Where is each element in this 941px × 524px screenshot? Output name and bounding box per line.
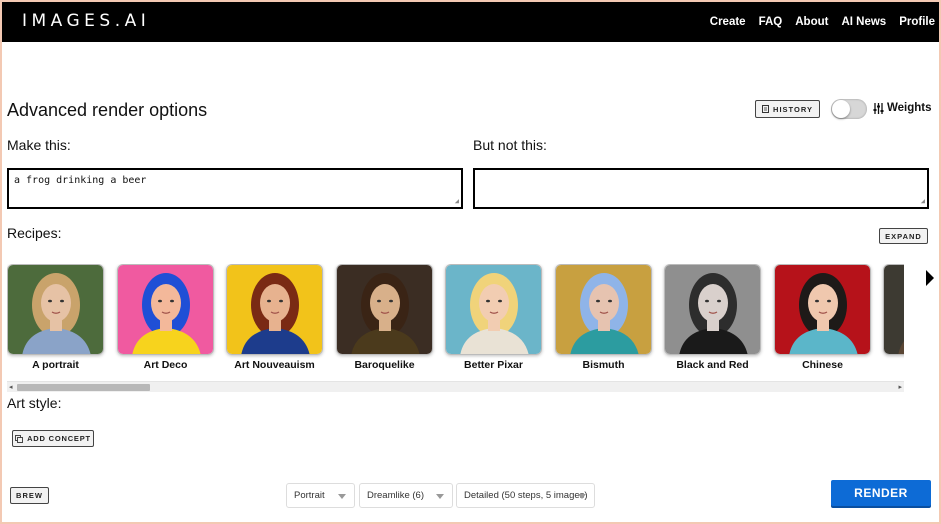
recipe-card[interactable]: Chinese [774, 264, 871, 374]
copy-icon [15, 434, 24, 443]
detail-select[interactable]: Detailed (50 steps, 5 images) [456, 483, 595, 508]
page-title: Advanced render options [7, 100, 208, 120]
recipe-card[interactable]: Better Pixar [445, 264, 542, 374]
sliders-icon [873, 102, 884, 114]
weights-label: Weights [887, 102, 932, 114]
model-select[interactable]: Dreamlike (6) [359, 483, 453, 508]
negative-prompt-input[interactable]: ◢ [473, 168, 929, 209]
top-navigation-bar: IMAGES.AI Create FAQ About AI News Profi… [2, 2, 939, 42]
recipe-card[interactable]: Black and Red [664, 264, 761, 374]
recipe-thumbnail[interactable] [555, 264, 652, 355]
add-concept-label: ADD CONCEPT [27, 434, 91, 443]
recipe-thumbnail[interactable] [7, 264, 104, 355]
detail-value: Detailed (50 steps, 5 images) [464, 490, 588, 501]
scroll-right-icon[interactable]: ▸ [898, 383, 902, 391]
nav-profile[interactable]: Profile [899, 16, 935, 28]
history-icon [762, 105, 770, 113]
recipe-label: A portrait [32, 359, 79, 371]
recipe-thumbnail[interactable] [226, 264, 323, 355]
brew-button[interactable]: BREW [10, 487, 49, 504]
history-label: HISTORY [773, 104, 813, 114]
recipe-card[interactable]: Art Nouveauism [226, 264, 323, 374]
recipe-label: Black and Red [676, 359, 749, 371]
scroll-left-icon[interactable]: ◂ [9, 383, 13, 391]
weights-control[interactable]: Weights [873, 102, 932, 114]
nav-faq[interactable]: FAQ [759, 16, 783, 28]
recipe-card[interactable]: Bismuth [555, 264, 652, 374]
expand-button[interactable]: EXPAND [879, 228, 928, 244]
weights-toggle[interactable] [831, 99, 867, 119]
recipe-label: Chinese [802, 359, 843, 371]
aspect-select[interactable]: Portrait [286, 483, 355, 508]
make-this-label: Make this: [7, 137, 71, 153]
toggle-knob [832, 100, 850, 118]
recipe-label: Art Nouveauism [234, 359, 315, 371]
recipe-card[interactable]: Art Deco [117, 264, 214, 374]
but-not-this-label: But not this: [473, 137, 547, 153]
recipes-carousel: A portrait Art Deco Art Nouveauism Baroquel… [7, 264, 904, 374]
add-concept-button[interactable]: ADD CONCEPT [12, 430, 94, 447]
recipe-card[interactable]: Cyberpunk [883, 264, 904, 374]
recipe-thumbnail[interactable] [117, 264, 214, 355]
app-frame: IMAGES.AI Create FAQ About AI News Profi… [2, 2, 939, 522]
recipe-thumbnail[interactable] [336, 264, 433, 355]
recipe-label: Art Deco [143, 359, 188, 371]
recipe-label: Bismuth [582, 359, 625, 371]
positive-prompt-input[interactable]: a frog drinking a beer ◢ [7, 168, 463, 209]
recipe-thumbnail[interactable] [883, 264, 904, 355]
site-logo[interactable]: IMAGES.AI [22, 11, 150, 31]
nav-create[interactable]: Create [710, 16, 746, 28]
recipe-card[interactable]: A portrait [7, 264, 104, 374]
recipe-label: Cyberpunk [883, 359, 904, 371]
resize-grip-icon[interactable]: ◢ [921, 198, 925, 205]
recipe-thumbnail[interactable] [774, 264, 871, 355]
recipes-label: Recipes: [7, 225, 62, 241]
history-button[interactable]: HISTORY [755, 100, 820, 118]
recipe-card[interactable]: Baroquelike [336, 264, 433, 374]
scrollbar-thumb[interactable] [17, 384, 150, 391]
render-button[interactable]: RENDER [831, 480, 931, 506]
nav-ai-news[interactable]: AI News [841, 16, 886, 28]
main-nav: Create FAQ About AI News Profile [710, 2, 935, 42]
nav-about[interactable]: About [795, 16, 828, 28]
recipe-label: Baroquelike [354, 359, 415, 371]
recipe-label: Better Pixar [464, 359, 523, 371]
positive-prompt-text: a frog drinking a beer [14, 175, 147, 186]
model-value: Dreamlike (6) [367, 490, 425, 501]
chevron-down-icon [436, 494, 444, 499]
recipe-thumbnail[interactable] [445, 264, 542, 355]
chevron-down-icon [338, 494, 346, 499]
carousel-next-icon[interactable] [926, 270, 934, 286]
chevron-down-icon [578, 494, 586, 499]
aspect-value: Portrait [294, 490, 325, 501]
carousel-scrollbar[interactable]: ◂ ▸ [7, 381, 904, 392]
art-style-label: Art style: [7, 395, 62, 411]
resize-grip-icon[interactable]: ◢ [455, 198, 459, 205]
recipe-thumbnail[interactable] [664, 264, 761, 355]
